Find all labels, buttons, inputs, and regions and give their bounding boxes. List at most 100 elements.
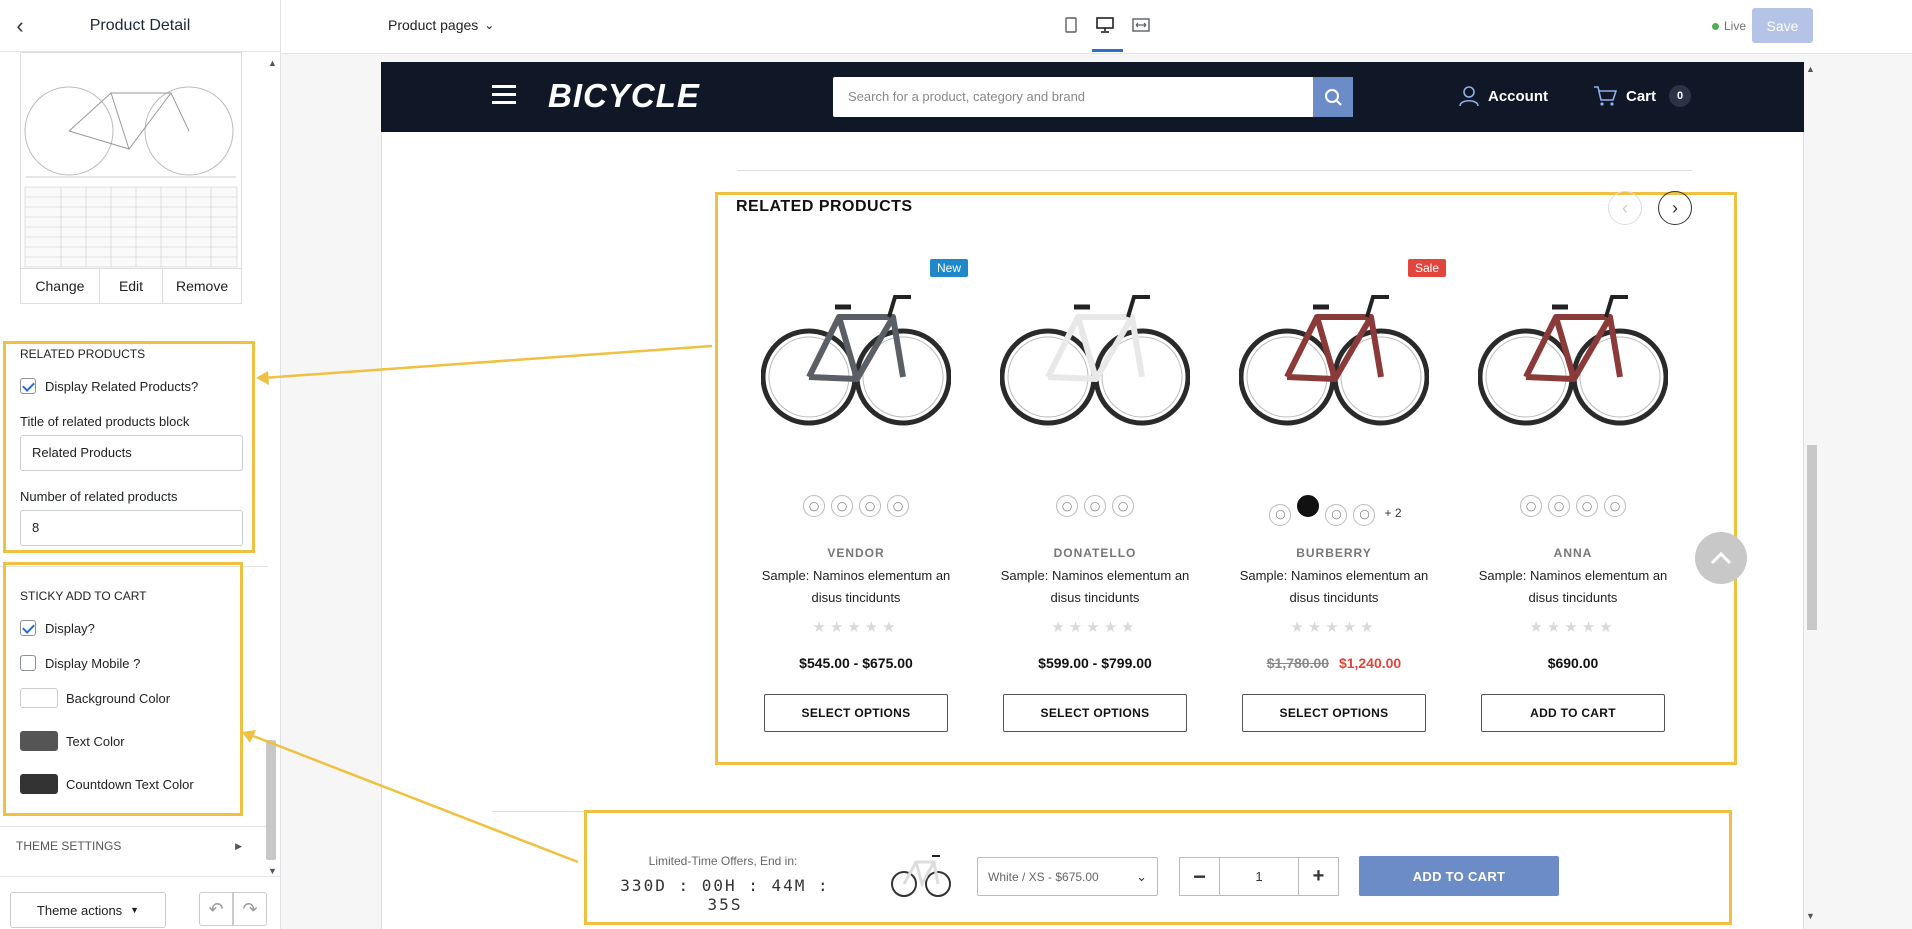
- edit-image-button[interactable]: Edit: [100, 269, 164, 303]
- user-icon: [1459, 86, 1479, 107]
- related-products-title: RELATED PRODUCTS: [736, 198, 913, 215]
- variant-select[interactable]: White / XS - $675.00 ⌄: [977, 857, 1158, 896]
- variant-swatch[interactable]: ◯: [1325, 503, 1348, 526]
- size-chart-image: [20, 52, 242, 268]
- variant-swatch[interactable]: [1297, 495, 1320, 517]
- variant-swatch[interactable]: ◯: [803, 495, 825, 517]
- fullwidth-view-button[interactable]: [1131, 16, 1151, 34]
- product-name[interactable]: Sample: Naminos elementum an disus tinci…: [756, 565, 956, 609]
- product-vendor[interactable]: BURBERRY: [1224, 546, 1444, 560]
- mobile-view-button[interactable]: [1062, 16, 1080, 34]
- theme-actions-button[interactable]: Theme actions ▼: [10, 892, 166, 928]
- variant-swatch[interactable]: ◯: [1269, 503, 1292, 526]
- product-image[interactable]: [1477, 255, 1669, 475]
- variant-swatches: ◯ ◯ ◯: [985, 495, 1205, 517]
- desktop-view-button[interactable]: [1094, 16, 1116, 34]
- store-search-input[interactable]: Search for a product, category and brand: [833, 77, 1313, 117]
- preview-scroll-down-icon[interactable]: ▼: [1806, 911, 1815, 921]
- product-vendor[interactable]: VENDOR: [746, 546, 966, 560]
- sticky-display-checkbox[interactable]: [20, 620, 36, 636]
- back-icon[interactable]: ‹: [0, 0, 40, 52]
- product-price: $545.00 - $675.00: [799, 655, 913, 671]
- theme-settings-label: THEME SETTINGS: [16, 839, 122, 853]
- sticky-add-to-cart-button[interactable]: ADD TO CART: [1359, 856, 1559, 896]
- product-image[interactable]: [760, 255, 952, 475]
- page-select[interactable]: Product pages ⌄: [388, 17, 494, 33]
- product-action-button[interactable]: SELECT OPTIONS: [764, 694, 948, 732]
- variant-swatch[interactable]: ◯: [859, 495, 881, 517]
- cart-label: Cart: [1626, 87, 1657, 105]
- countdown-timer: 330D : 00H : 44M : 35S: [620, 876, 830, 914]
- preview-scrollbar[interactable]: [1807, 445, 1817, 630]
- preview-scroll-up-icon[interactable]: ▲: [1806, 64, 1815, 74]
- variant-swatch[interactable]: ◯: [1604, 495, 1626, 517]
- related-count-input[interactable]: 8: [20, 510, 243, 546]
- variant-swatch[interactable]: ◯: [831, 495, 853, 517]
- theme-settings-row[interactable]: THEME SETTINGS ▶: [16, 839, 242, 853]
- sidebar-scrollbar[interactable]: [266, 740, 276, 860]
- remove-image-button[interactable]: Remove: [163, 269, 241, 303]
- cart-link[interactable]: Cart 0: [1593, 85, 1692, 107]
- qty-increase-button[interactable]: +: [1298, 858, 1338, 895]
- sticky-product-thumbnail: [890, 840, 952, 908]
- related-section-heading: RELATED PRODUCTS: [20, 347, 146, 361]
- variant-swatch[interactable]: ◯: [1353, 503, 1376, 526]
- offer-label: Limited-Time Offers, End in:: [648, 854, 798, 868]
- prev-arrow-button[interactable]: ‹: [1608, 191, 1642, 225]
- next-arrow-button[interactable]: ›: [1658, 191, 1692, 225]
- redo-button[interactable]: ↷: [233, 892, 267, 926]
- back-to-top-button[interactable]: [1695, 532, 1747, 584]
- undo-button[interactable]: ↶: [199, 892, 233, 926]
- page-select-label: Product pages: [388, 17, 479, 33]
- caret-down-icon: ▼: [130, 905, 140, 915]
- product-vendor[interactable]: ANNA: [1463, 546, 1683, 560]
- display-related-checkbox[interactable]: [20, 378, 36, 394]
- qty-decrease-button[interactable]: −: [1180, 858, 1220, 895]
- store-logo[interactable]: BICYCLE: [548, 77, 700, 115]
- display-related-label: Display Related Products?: [45, 378, 199, 394]
- account-link[interactable]: Account: [1459, 85, 1548, 107]
- cart-icon: [1594, 86, 1617, 106]
- qty-input[interactable]: 1: [1220, 858, 1298, 895]
- save-button[interactable]: Save: [1752, 8, 1813, 43]
- rating-stars: ★★★★★: [1290, 619, 1378, 636]
- variant-swatch[interactable]: ◯: [887, 495, 909, 517]
- variant-swatch[interactable]: ◯: [1548, 495, 1570, 517]
- variant-swatch[interactable]: ◯: [1520, 495, 1542, 517]
- variant-swatch[interactable]: ◯: [1084, 495, 1106, 517]
- scroll-down-icon[interactable]: ▼: [268, 866, 277, 876]
- product-action-button[interactable]: SELECT OPTIONS: [1003, 694, 1187, 732]
- product-name[interactable]: Sample: Naminos elementum an disus tinci…: [1473, 565, 1673, 609]
- content-divider: [737, 170, 1692, 171]
- search-button[interactable]: [1313, 77, 1353, 117]
- variant-swatch[interactable]: ◯: [1112, 495, 1134, 517]
- product-badge: New: [929, 259, 968, 277]
- bg-color-swatch[interactable]: [20, 688, 58, 708]
- text-color-swatch[interactable]: [20, 731, 58, 751]
- variant-swatch[interactable]: ◯: [1056, 495, 1078, 517]
- sidebar-header: ‹ Product Detail: [0, 0, 280, 52]
- store-header: BICYCLE Search for a product, category a…: [381, 62, 1804, 132]
- change-image-button[interactable]: Change: [21, 269, 100, 303]
- product-old-price: $1,780.00: [1266, 655, 1330, 671]
- product-price: $690.00: [1547, 655, 1599, 671]
- sticky-mobile-checkbox[interactable]: [20, 655, 36, 671]
- product-name[interactable]: Sample: Naminos elementum an disus tinci…: [995, 565, 1195, 609]
- product-name[interactable]: Sample: Naminos elementum an disus tinci…: [1234, 565, 1434, 609]
- related-title-input[interactable]: Related Products: [20, 435, 243, 471]
- product-action-button[interactable]: ADD TO CART: [1481, 694, 1665, 732]
- product-image[interactable]: [999, 255, 1191, 475]
- variant-swatch[interactable]: ◯: [1576, 495, 1598, 517]
- live-status: Live: [1712, 19, 1746, 33]
- countdown-color-swatch[interactable]: [20, 774, 58, 794]
- rating-stars: ★★★★★: [1529, 619, 1617, 636]
- live-dot-icon: [1712, 22, 1719, 30]
- chevron-down-icon: ⌄: [1136, 868, 1147, 884]
- scroll-up-icon[interactable]: ▲: [268, 58, 277, 68]
- product-vendor[interactable]: DONATELLO: [985, 546, 1205, 560]
- sticky-mobile-label: Display Mobile ?: [45, 655, 141, 671]
- menu-icon[interactable]: [492, 85, 516, 105]
- product-action-button[interactable]: SELECT OPTIONS: [1242, 694, 1426, 732]
- product-image[interactable]: [1238, 255, 1430, 475]
- text-color-row: Text Color: [20, 731, 125, 751]
